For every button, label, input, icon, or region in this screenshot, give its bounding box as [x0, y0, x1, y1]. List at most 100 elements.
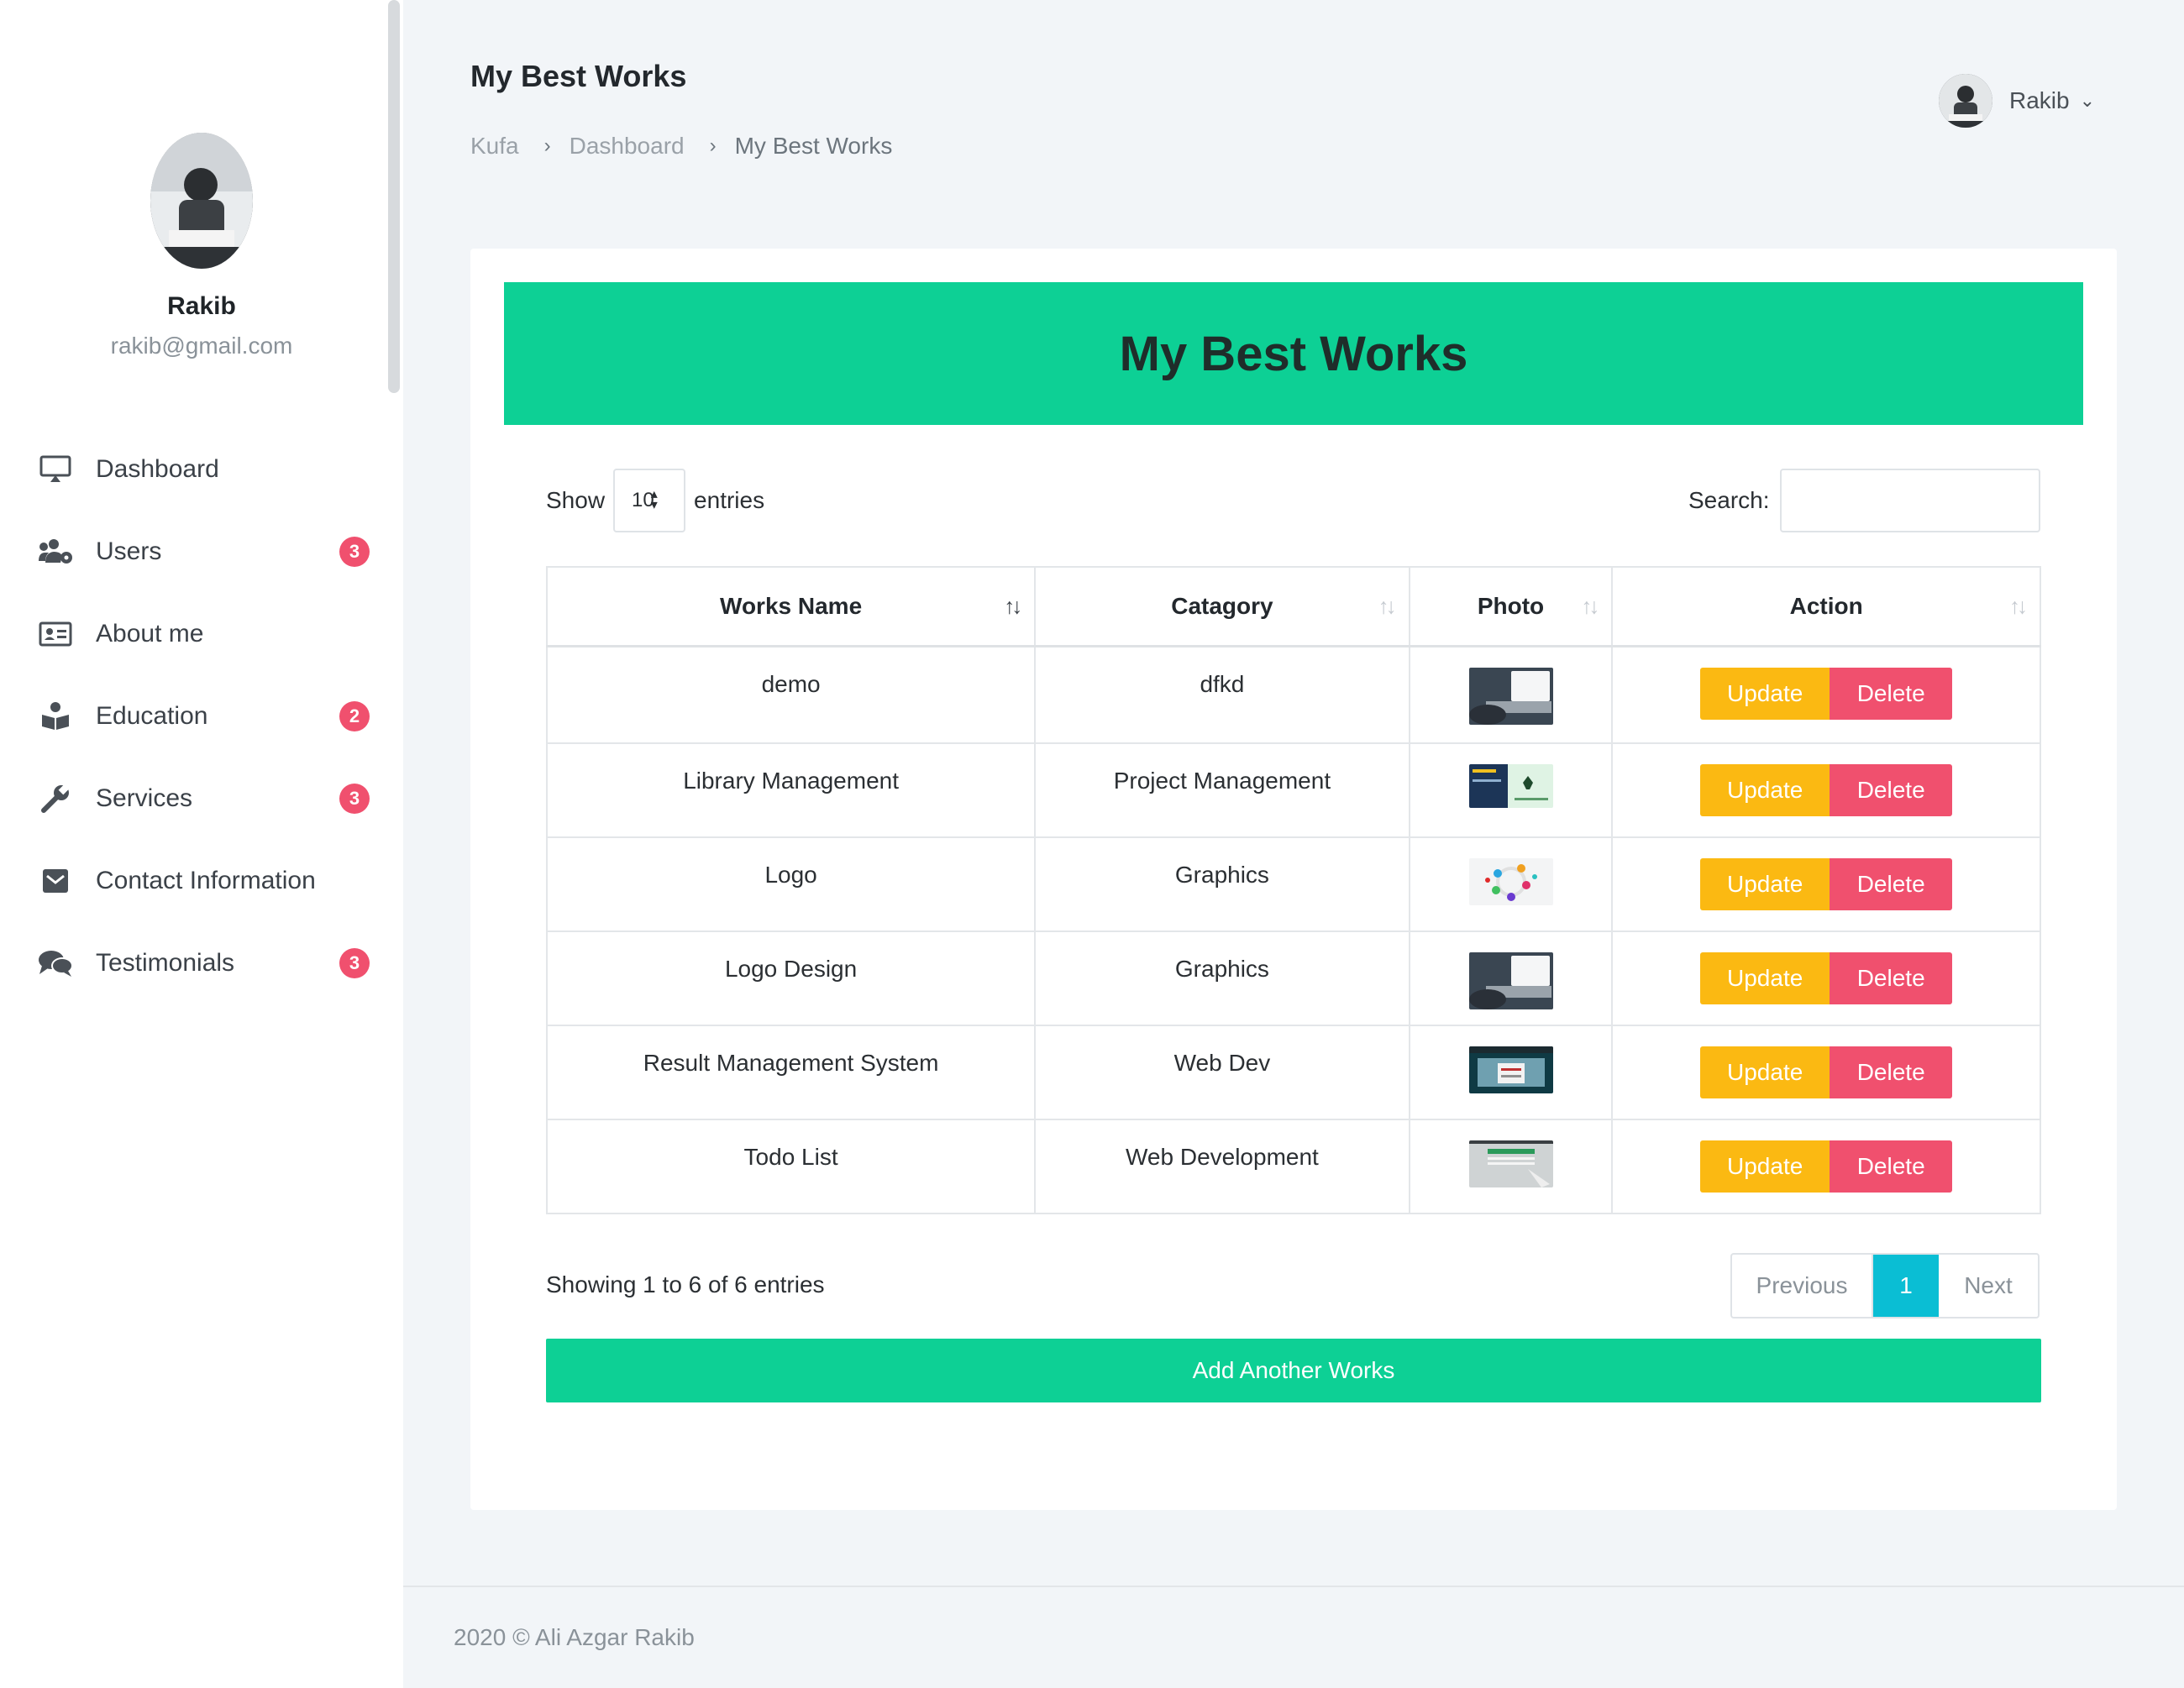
avatar [150, 133, 253, 269]
sidebar-item-label: Education [96, 702, 208, 730]
category-cell: Graphics [1034, 836, 1410, 932]
footer: 2020 © Ali Azgar Rakib [403, 1586, 2184, 1688]
previous-page-button[interactable]: Previous [1732, 1255, 1873, 1317]
banner-title: My Best Works [504, 282, 2083, 425]
entries-length-control: Show 10 ▴ ▾ entries [546, 469, 764, 532]
chevron-down-icon: ⌄ [2079, 90, 2096, 111]
delete-button[interactable]: Delete [1830, 1140, 1953, 1193]
works-name-cell: Result Management System [545, 1025, 1037, 1120]
search-label: Search: [1688, 487, 1770, 513]
column-header-action[interactable]: Action ↑↓ [1611, 566, 2041, 647]
laptop-photo [1468, 667, 1553, 725]
works-name-cell: Logo Design [545, 930, 1037, 1026]
column-header-photo[interactable]: Photo ↑↓ [1408, 566, 1614, 647]
id-card-icon [37, 616, 74, 653]
update-button[interactable]: Update [1700, 1046, 1830, 1098]
sidebar-item-label: About me [96, 620, 204, 647]
sort-asc-icon: ↑↓ [1004, 593, 1022, 619]
table-search: Search: [1688, 469, 2040, 532]
sidebar-item-testimonials[interactable]: Testimonials 3 [0, 922, 403, 1004]
update-button[interactable]: Update [1700, 952, 1830, 1004]
page-title: My Best Works [470, 59, 687, 93]
colorful-logo-photo [1468, 858, 1553, 905]
category-cell: Project Management [1034, 742, 1410, 838]
delete-button[interactable]: Delete [1830, 1046, 1953, 1098]
sidebar-item-label: Dashboard [96, 455, 219, 483]
wrench-icon [37, 780, 74, 817]
chevron-right-icon: › [543, 134, 551, 157]
update-button[interactable]: Update [1700, 764, 1830, 816]
sidebar-item-dashboard[interactable]: Dashboard [0, 428, 403, 511]
works-name-cell: demo [545, 645, 1037, 744]
profile-email: rakib@gmail.com [110, 333, 293, 359]
sidebar-profile: Rakib rakib@gmail.com [0, 133, 403, 359]
breadcrumb-link-kufa[interactable]: Kufa [470, 133, 519, 160]
column-header-works-name[interactable]: Works Name ↑↓ [545, 566, 1037, 647]
sidebar: Rakib rakib@gmail.com Dashboard Users 3 … [0, 0, 403, 1688]
add-another-works-button[interactable]: Add Another Works [546, 1339, 2041, 1402]
breadcrumb-link-dashboard[interactable]: Dashboard [570, 133, 685, 160]
count-badge: 3 [339, 948, 370, 978]
works-name-cell: Todo List [545, 1119, 1037, 1214]
delete-button[interactable]: Delete [1830, 952, 1953, 1004]
laptop-photo [1468, 952, 1553, 1009]
chevron-right-icon: › [709, 134, 717, 157]
envelope-icon [37, 862, 74, 899]
works-name-cell: Library Management [545, 742, 1037, 838]
table-row: Result Management System Web Dev Update … [545, 1025, 2041, 1120]
sidebar-item-label: Contact Information [96, 867, 316, 894]
sidebar-item-users[interactable]: Users 3 [0, 511, 403, 593]
category-cell: dfkd [1034, 645, 1410, 744]
works-table: Works Name ↑↓ Catagory ↑↓ Photo ↑↓ Action ↑↓… [545, 566, 2041, 1214]
works-card: My Best Works Show 10 ▴ ▾ entries Search:… [470, 249, 2117, 1510]
sidebar-item-about-me[interactable]: About me [0, 593, 403, 675]
entries-label: entries [694, 487, 765, 513]
page-1-button[interactable]: 1 [1873, 1255, 1939, 1317]
category-cell: Web Development [1034, 1119, 1410, 1214]
user-menu[interactable]: Rakib ⌄ [1939, 74, 2095, 128]
profile-name: Rakib [167, 292, 236, 320]
count-badge: 3 [339, 537, 370, 567]
todo-web-photo [1468, 1140, 1553, 1187]
entries-select[interactable]: 10 ▴ ▾ [613, 469, 686, 532]
update-button[interactable]: Update [1700, 858, 1830, 910]
table-row: Logo Graphics Update Delete [545, 836, 2041, 932]
monitor-icon [37, 451, 74, 488]
sort-icon: ↑↓ [1581, 593, 1599, 619]
search-input[interactable] [1779, 469, 2040, 532]
sidebar-nav: Dashboard Users 3 About me Education 2 S… [0, 428, 403, 1004]
breadcrumb: Kufa › Dashboard › My Best Works [470, 133, 892, 160]
sidebar-item-label: Users [96, 537, 162, 565]
show-label: Show [546, 487, 606, 513]
comments-icon [37, 945, 74, 982]
table-row: Logo Design Graphics Update Delete [545, 930, 2041, 1026]
count-badge: 2 [339, 701, 370, 731]
sidebar-item-label: Services [96, 784, 193, 812]
works-name-cell: Logo [545, 836, 1037, 932]
column-header-category[interactable]: Catagory ↑↓ [1034, 566, 1410, 647]
user-name: Rakib [2009, 87, 2070, 113]
next-page-button[interactable]: Next [1939, 1255, 2038, 1317]
update-button[interactable]: Update [1700, 667, 1830, 720]
sort-icon: ↑↓ [2009, 593, 2028, 619]
sidebar-item-education[interactable]: Education 2 [0, 675, 403, 758]
update-button[interactable]: Update [1700, 1140, 1830, 1193]
sort-icon: ↑↓ [1378, 593, 1397, 619]
pagination: Previous 1 Next [1730, 1253, 2040, 1318]
delete-button[interactable]: Delete [1830, 764, 1953, 816]
result-web-photo [1468, 1046, 1553, 1093]
users-gear-icon [37, 533, 74, 570]
breadcrumb-current: My Best Works [734, 133, 893, 159]
sidebar-item-services[interactable]: Services 3 [0, 758, 403, 840]
table-row: demo dfkd Update Delete [545, 645, 2041, 744]
count-badge: 3 [339, 784, 370, 814]
sidebar-item-contact-information[interactable]: Contact Information [0, 840, 403, 922]
delete-button[interactable]: Delete [1830, 858, 1953, 910]
avatar [1939, 74, 1992, 128]
library-web-photo [1468, 764, 1553, 808]
table-info: Showing 1 to 6 of 6 entries [546, 1271, 825, 1297]
sidebar-item-label: Testimonials [96, 949, 235, 977]
table-row: Library Management Project Management Up… [545, 742, 2041, 838]
delete-button[interactable]: Delete [1830, 667, 1953, 720]
footer-copyright: 2020 © Ali Azgar Rakib [454, 1624, 695, 1650]
